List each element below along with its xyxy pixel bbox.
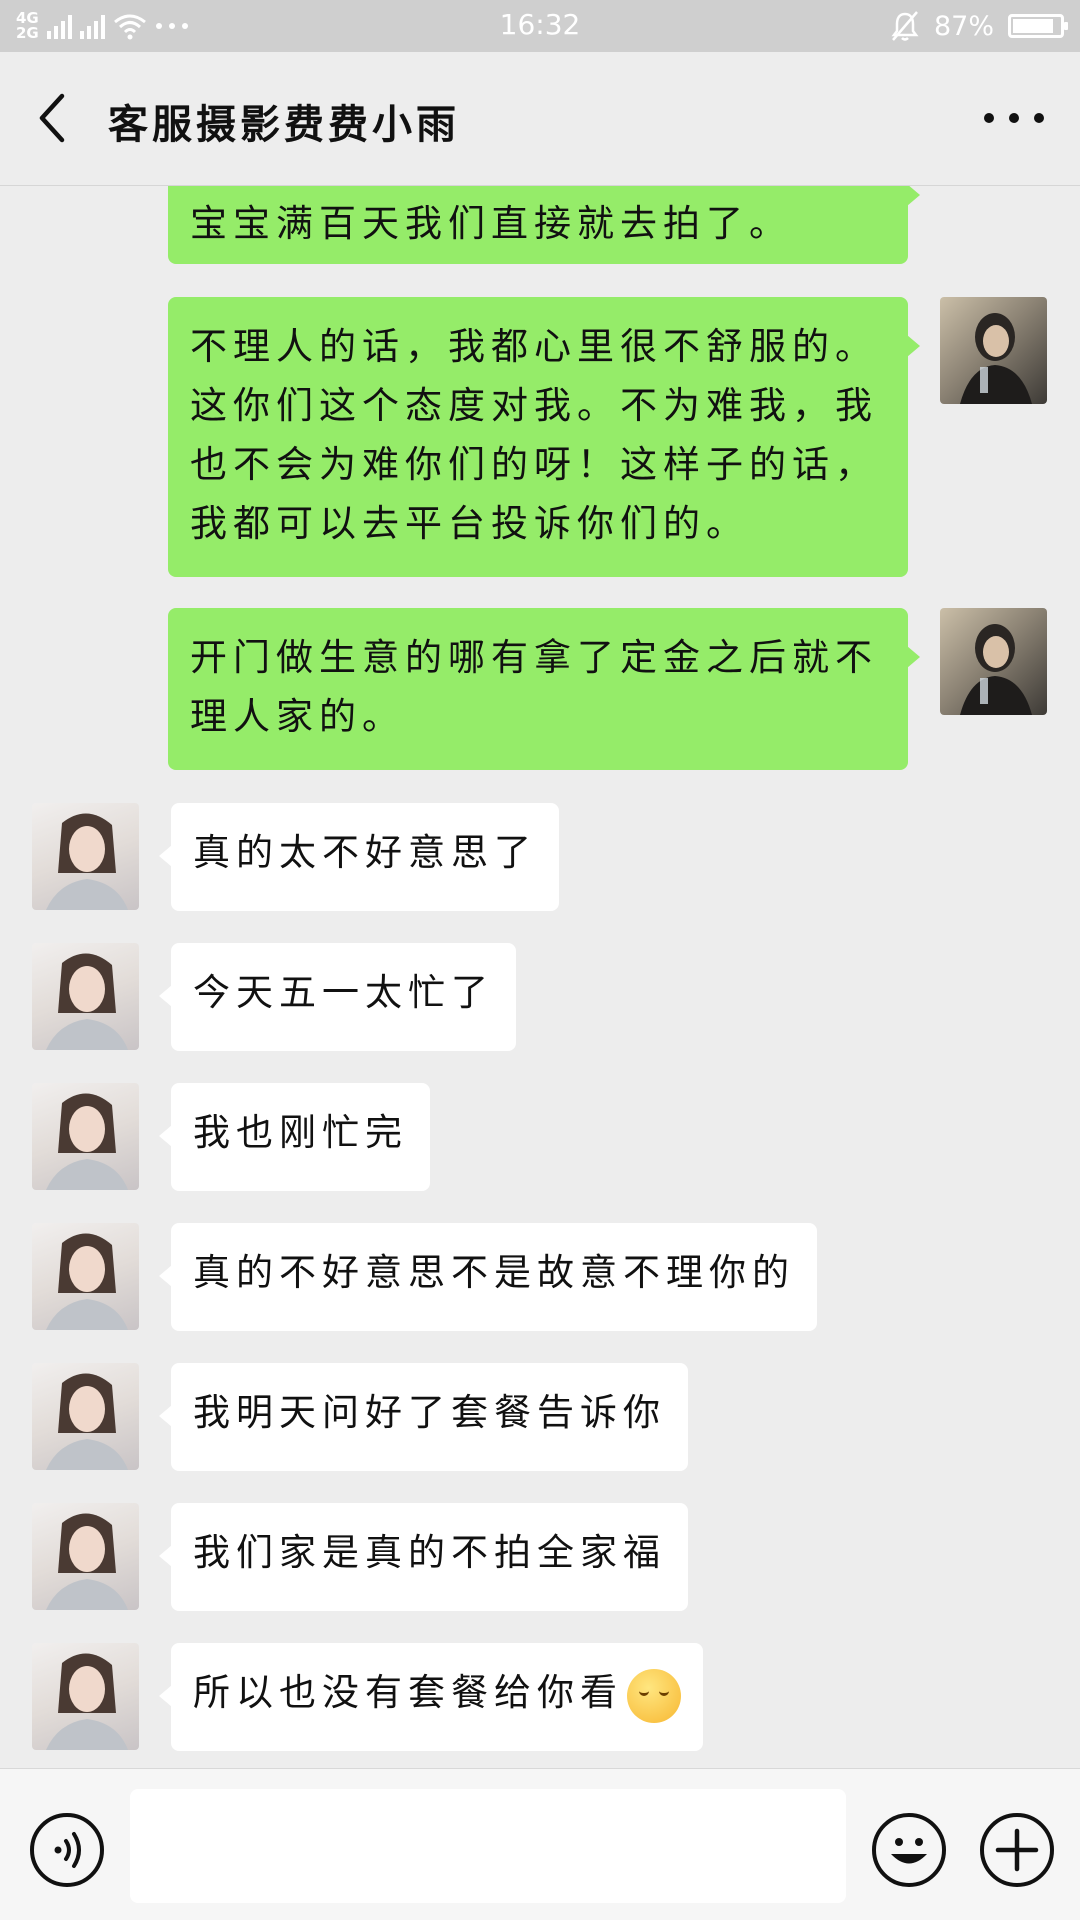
incoming-bubble[interactable]: 我们家是真的不拍全家福 (159, 1503, 688, 1611)
avatar-contact-image (46, 1653, 128, 1750)
incoming-bubble[interactable]: 真的太不好意思了 (159, 803, 559, 911)
incoming-bubble[interactable]: 我也刚忙完 (159, 1083, 430, 1191)
incoming-bubble[interactable]: 所以也没有套餐给你看 (159, 1643, 703, 1751)
chat-title: 客服摄影费费小雨 (108, 101, 460, 148)
input-bar (0, 1768, 1080, 1920)
outgoing-bubble[interactable]: 不理人的话，我都心里很不舒服的。这你们这个态度对我。不为难我，我也不会为难你们的… (168, 297, 920, 577)
message-text: 宝宝满百天我们直接就去拍了。 (190, 202, 792, 245)
chevron-left-icon[interactable] (30, 88, 74, 148)
avatar-contact-image (46, 813, 128, 910)
status-bar: 4G 2G 16:32 87% (0, 0, 1080, 52)
message-list[interactable]: 宝宝满百天我们直接就去拍了。 不理人的话，我都心里很不舒服的。这你们这个态度对我… (0, 186, 1080, 1768)
avatar-self[interactable] (940, 608, 1047, 715)
incoming-bubble[interactable]: 真的不好意思不是故意不理你的 (159, 1223, 817, 1331)
message-text: 开门做生意的哪有拿了定金之后就不理人家的。 (190, 636, 878, 738)
message-text: 真的太不好意思了 (193, 831, 537, 874)
plus-icon[interactable] (980, 1813, 1054, 1887)
message-text: 真的不好意思不是故意不理你的 (193, 1251, 795, 1294)
avatar-contact[interactable] (32, 1083, 139, 1190)
avatar-contact[interactable] (32, 803, 139, 910)
battery-percentage: 87% (933, 10, 994, 42)
status-right: 87% (890, 6, 1068, 46)
outgoing-bubble[interactable]: 开门做生意的哪有拿了定金之后就不理人家的。 (168, 608, 920, 770)
avatar-contact[interactable] (32, 1503, 139, 1610)
outgoing-bubble[interactable]: 宝宝满百天我们直接就去拍了。 (168, 186, 920, 264)
avatar-contact-image (46, 953, 128, 1050)
message-text: 我明天问好了套餐告诉你 (193, 1391, 666, 1434)
avatar-self-image (960, 624, 1032, 715)
message-text: 不理人的话，我都心里很不舒服的。这你们这个态度对我。不为难我，我也不会为难你们的… (190, 325, 878, 545)
avatar-contact-image (46, 1233, 128, 1330)
avatar-contact-image (46, 1373, 128, 1470)
battery-fill (1013, 19, 1053, 33)
silent-bell-icon (891, 11, 919, 41)
emoji-icon-glyph (891, 1838, 927, 1864)
voice-icon[interactable] (30, 1813, 104, 1887)
avatar-contact[interactable] (32, 1363, 139, 1470)
emoji-icon[interactable] (872, 1813, 946, 1887)
voice-icon-glyph (54, 1832, 81, 1868)
avatar-contact[interactable] (32, 943, 139, 1050)
avatar-contact-image (46, 1093, 128, 1190)
chat-header: 客服摄影费费小雨 (0, 52, 1080, 186)
message-text: 所以也没有套餐给你看 (193, 1671, 623, 1714)
avatar-contact[interactable] (32, 1643, 139, 1750)
smiling-face-emoji (627, 1668, 681, 1723)
avatar-self[interactable] (940, 297, 1047, 404)
message-text: 我也刚忙完 (193, 1111, 408, 1154)
avatar-contact-image (46, 1513, 128, 1610)
more-horizontal-icon[interactable] (984, 98, 1044, 138)
avatar-contact[interactable] (32, 1223, 139, 1330)
message-input[interactable] (130, 1789, 846, 1903)
avatar-self-image (960, 313, 1032, 404)
plus-icon-glyph (995, 1828, 1039, 1872)
battery-icon (1008, 14, 1068, 38)
incoming-bubble[interactable]: 我明天问好了套餐告诉你 (159, 1363, 688, 1471)
incoming-bubble[interactable]: 今天五一太忙了 (159, 943, 516, 1051)
message-text: 今天五一太忙了 (193, 971, 494, 1014)
message-text: 我们家是真的不拍全家福 (193, 1531, 666, 1574)
